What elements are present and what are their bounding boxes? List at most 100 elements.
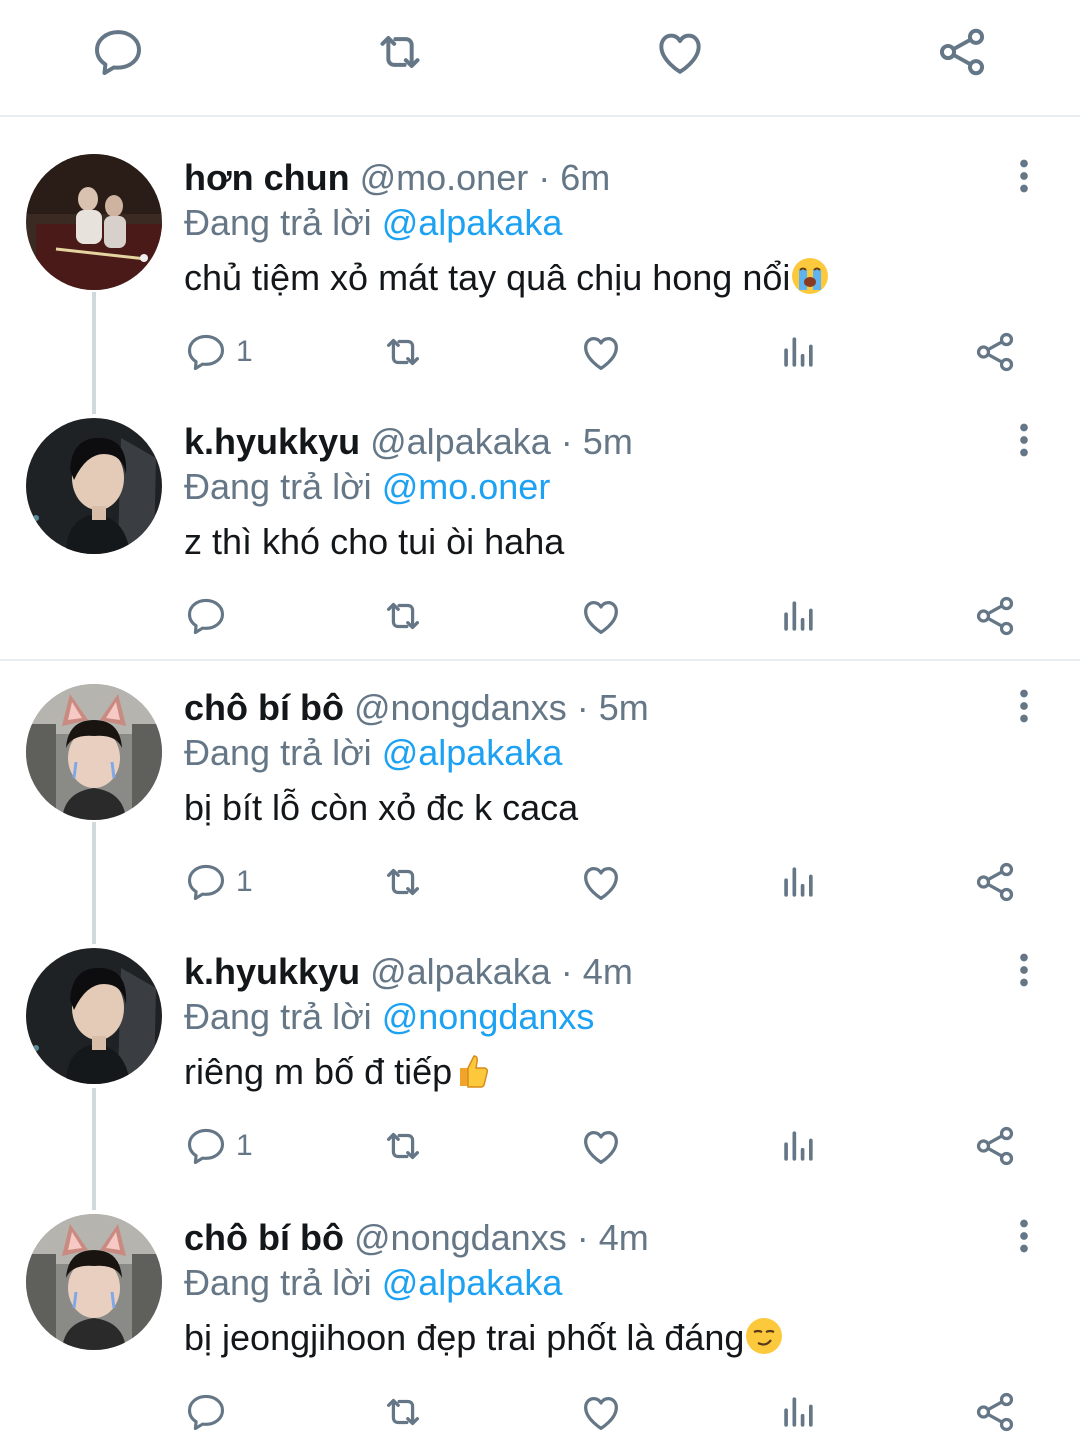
analytics-button[interactable] [776,588,820,644]
avatar[interactable] [26,1214,162,1350]
retweet-button[interactable] [380,1384,426,1440]
separator: · [560,421,573,462]
reply-button[interactable] [184,1384,228,1440]
more-icon[interactable] [1004,1216,1044,1256]
display-name[interactable]: hơn chun [184,157,350,198]
like-icon [578,1389,624,1435]
avatar[interactable] [26,418,162,554]
display-name[interactable]: k.hyukkyu [184,951,360,992]
tweet-header: k.hyukkyu @alpakaka · 5m [184,420,633,464]
replying-to: Đang trả lời @nongdanxs [184,995,594,1039]
like-button[interactable] [578,1118,624,1174]
smirking-face-icon [744,1316,784,1356]
tweet-text-content: bị jeongjihoon đẹp trai phốt là đáng [184,1317,745,1358]
separator: · [538,157,551,198]
username[interactable]: @nongdanxs [354,1217,567,1258]
like-button[interactable] [578,324,624,380]
share-button[interactable] [972,1118,1018,1174]
mention-link[interactable]: @alpakaka [382,1262,563,1303]
replying-to: Đang trả lời @alpakaka [184,731,562,775]
analytics-icon [776,1124,820,1168]
username[interactable]: @alpakaka [370,421,551,462]
display-name[interactable]: chô bí bô [184,687,344,728]
tweet-text: bị jeongjihoon đẹp trai phốt là đáng [184,1316,784,1360]
separator: · [576,1217,589,1258]
share-icon [972,329,1018,375]
more-icon[interactable] [1004,156,1044,196]
replying-to: Đang trả lời @alpakaka [184,1261,562,1305]
tweet-header: hơn chun @mo.oner · 6m [184,156,610,200]
analytics-button[interactable] [776,1384,820,1440]
analytics-button[interactable] [776,324,820,380]
more-icon[interactable] [1004,420,1044,460]
share-icon [972,1389,1018,1435]
mention-link[interactable]: @alpakaka [382,202,563,243]
reply-prefix: Đang trả lời [184,1262,372,1303]
display-name[interactable]: k.hyukkyu [184,421,360,462]
replying-to: Đang trả lời @alpakaka [184,201,562,245]
share-icon[interactable] [934,24,990,80]
mention-link[interactable]: @nongdanxs [382,996,595,1037]
tweet-text: chủ tiệm xỏ mát tay quâ chịu hong nổi [184,256,830,300]
reply-icon[interactable] [90,24,146,80]
avatar[interactable] [26,948,162,1084]
more-icon[interactable] [1004,950,1044,990]
username[interactable]: @mo.oner [360,157,529,198]
reply-icon [184,330,228,374]
top-action-bar [0,0,1080,114]
share-button[interactable] [972,588,1018,644]
tweet-actions [0,588,1080,644]
reply-button[interactable]: 1 [184,324,253,380]
reply-button[interactable] [184,588,228,644]
mention-link[interactable]: @alpakaka [382,732,563,773]
like-button[interactable] [578,854,624,910]
reply-prefix: Đang trả lời [184,732,372,773]
timestamp[interactable]: 6m [560,157,610,198]
avatar[interactable] [26,684,162,820]
timestamp[interactable]: 5m [583,421,633,462]
timestamp[interactable]: 4m [599,1217,649,1258]
more-icon[interactable] [1004,686,1044,726]
timestamp[interactable]: 5m [599,687,649,728]
username[interactable]: @nongdanxs [354,687,567,728]
like-button[interactable] [578,1384,624,1440]
share-button[interactable] [972,1384,1018,1440]
tweet-text-content: chủ tiệm xỏ mát tay quâ chịu hong nổi [184,257,791,298]
retweet-icon[interactable] [372,24,428,80]
reply-icon [184,860,228,904]
reply-button[interactable]: 1 [184,1118,253,1174]
retweet-icon [380,1123,426,1169]
analytics-icon [776,860,820,904]
retweet-button[interactable] [380,588,426,644]
retweet-button[interactable] [380,324,426,380]
tweet-text: riêng m bố đ tiếp [184,1050,492,1094]
tweet-text-content: bị bít lỗ còn xỏ đc k caca [184,787,579,828]
username[interactable]: @alpakaka [370,951,551,992]
retweet-button[interactable] [380,1118,426,1174]
timestamp[interactable]: 4m [583,951,633,992]
retweet-icon [380,859,426,905]
avatar[interactable] [26,154,162,290]
display-name[interactable]: chô bí bô [184,1217,344,1258]
like-button[interactable] [578,588,624,644]
reply-count: 1 [236,335,253,368]
reply-prefix: Đang trả lời [184,466,372,507]
retweet-button[interactable] [380,854,426,910]
tweet-text-content: riêng m bố đ tiếp [184,1051,453,1092]
analytics-icon [776,594,820,638]
retweet-icon [380,593,426,639]
share-icon [972,593,1018,639]
tweet-header: chô bí bô @nongdanxs · 5m [184,686,649,730]
reply-count: 1 [236,1129,253,1162]
analytics-button[interactable] [776,854,820,910]
reply-button[interactable]: 1 [184,854,253,910]
share-button[interactable] [972,854,1018,910]
divider [0,115,1080,117]
retweet-icon [380,329,426,375]
mention-link[interactable]: @mo.oner [382,466,551,507]
like-icon[interactable] [652,24,708,80]
share-icon [972,1123,1018,1169]
share-button[interactable] [972,324,1018,380]
thumbs-up-icon [452,1050,492,1090]
analytics-button[interactable] [776,1118,820,1174]
